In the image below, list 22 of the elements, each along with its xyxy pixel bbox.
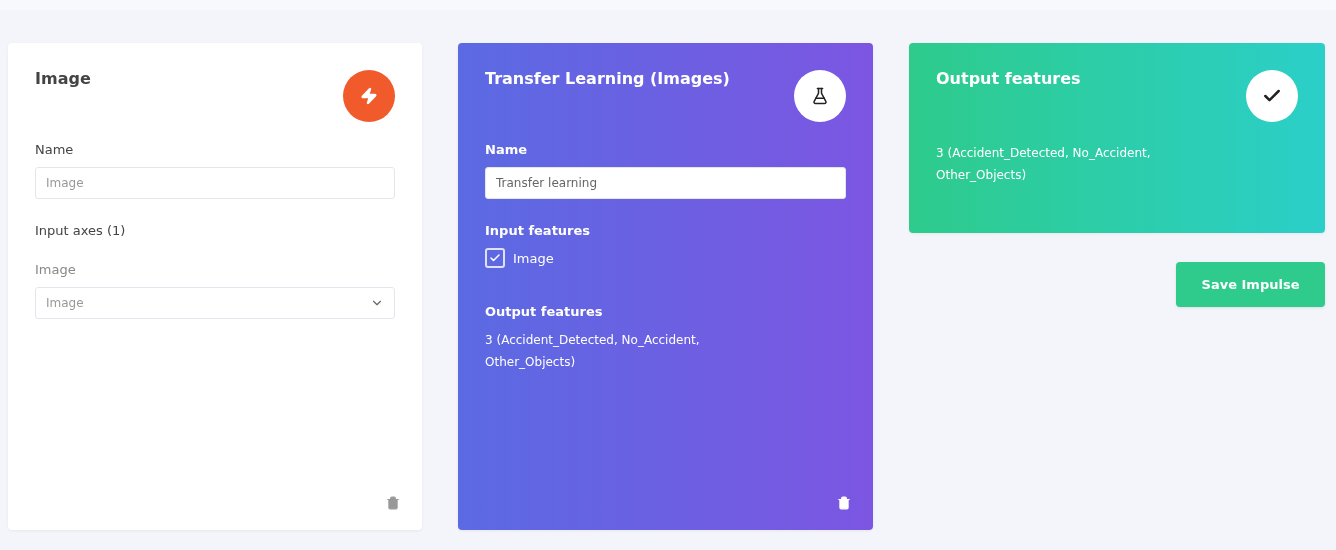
section-label: Input axes (1) [35, 223, 127, 238]
output-features-text: 3 (Accident_Detected, No_Accident, Other_Objects) [485, 332, 701, 371]
field-label: Image [35, 262, 77, 277]
lightning-icon [360, 87, 378, 105]
field-label: Name [35, 142, 75, 157]
block-title: Output features [936, 69, 1081, 88]
block-title: Image [35, 69, 91, 88]
flask-icon [811, 87, 829, 105]
save-impulse-button[interactable]: Save Impulse [1176, 262, 1325, 307]
checkbox[interactable] [485, 248, 505, 268]
section-label: Input features [485, 223, 592, 238]
block-title: Transfer Learning (Images) [485, 69, 730, 88]
output-features-text: 3 (Accident_Detected, No_Accident, Other_Objects) [936, 145, 1152, 184]
trash-icon[interactable] [837, 496, 851, 510]
section-label: Output features [485, 304, 604, 319]
check-icon [489, 252, 501, 264]
axis-select[interactable]: Image [35, 287, 395, 319]
field-label: Name [485, 142, 528, 157]
name-field[interactable]: Image [35, 167, 395, 199]
checkbox-label: Image [513, 250, 554, 266]
name-field[interactable]: Transfer learning [485, 167, 846, 199]
trash-icon[interactable] [386, 496, 400, 510]
